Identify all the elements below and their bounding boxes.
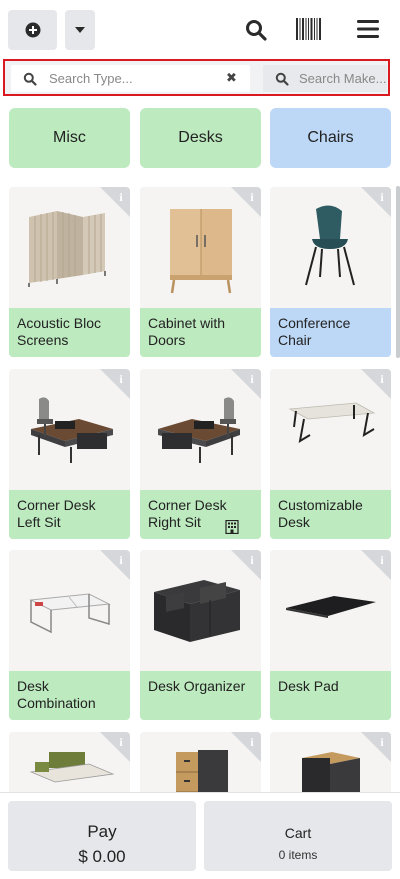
product-card[interactable]: Desk Organizer i	[140, 550, 261, 720]
cart-count: 0 items	[278, 848, 318, 862]
pos-screen: ✖ Misc Desks Chairs	[0, 0, 400, 879]
info-icon[interactable]: i	[361, 187, 391, 217]
product-card[interactable]: Corner Desk Right Sit i	[140, 369, 261, 539]
category-chairs[interactable]: Chairs	[270, 108, 391, 168]
pay-button[interactable]: Pay $ 0.00	[8, 801, 196, 871]
product-name: Customizable Desk	[270, 490, 391, 539]
hamburger-menu-icon[interactable]	[357, 19, 379, 39]
search-make-input[interactable]	[299, 68, 387, 89]
clear-search-icon[interactable]: ✖	[226, 70, 237, 86]
product-name: Desk Pad	[270, 671, 391, 720]
cart-button[interactable]: Cart 0 items	[204, 801, 392, 871]
category-desks[interactable]: Desks	[140, 108, 261, 168]
info-icon[interactable]: i	[100, 187, 130, 217]
plus-circle-icon	[25, 22, 40, 38]
product-name: Corner Desk Left Sit	[9, 490, 130, 539]
new-order-button[interactable]	[8, 10, 57, 50]
product-card[interactable]: Acoustic Bloc Screens i	[9, 187, 130, 357]
product-card[interactable]: Conference Chair i	[270, 187, 391, 357]
category-misc[interactable]: Misc	[9, 108, 130, 168]
search-type-box: ✖	[11, 65, 250, 92]
category-label: Desks	[178, 129, 223, 146]
product-grid: Acoustic Bloc Screens i Cabinet with Doo…	[0, 180, 400, 792]
product-card[interactable]: Desk Pad i	[270, 550, 391, 720]
category-label: Chairs	[307, 129, 354, 146]
product-name: Acoustic Bloc Screens	[9, 308, 130, 357]
info-icon[interactable]: i	[361, 732, 391, 762]
info-icon[interactable]: i	[100, 369, 130, 399]
product-card[interactable]: i	[9, 732, 130, 792]
info-icon[interactable]: i	[231, 550, 261, 580]
product-name: Conference Chair	[270, 308, 391, 357]
product-name: Desk Organizer	[140, 671, 261, 720]
search-icon	[23, 72, 37, 86]
info-icon[interactable]: i	[231, 187, 261, 217]
product-name: Corner Desk Right Sit	[140, 490, 261, 539]
caret-down-icon	[75, 27, 85, 33]
search-type-input[interactable]	[49, 68, 219, 89]
bottom-bar: Pay $ 0.00 Cart 0 items	[0, 792, 400, 879]
info-icon[interactable]: i	[100, 550, 130, 580]
product-card[interactable]: i	[270, 732, 391, 792]
product-card[interactable]: Cabinet with Doors i	[140, 187, 261, 357]
info-icon[interactable]: i	[231, 732, 261, 762]
search-icon	[275, 72, 289, 86]
product-card[interactable]: Customizable Desk i	[270, 369, 391, 539]
category-label: Misc	[53, 129, 86, 146]
product-card[interactable]: Corner Desk Left Sit i	[9, 369, 130, 539]
barcode-icon[interactable]	[296, 18, 322, 40]
building-icon	[225, 520, 239, 534]
search-icon[interactable]	[244, 18, 268, 42]
product-name: Desk Combination	[9, 671, 130, 720]
cart-label: Cart	[284, 825, 312, 841]
product-card[interactable]: i	[140, 732, 261, 792]
pay-amount: $ 0.00	[78, 847, 126, 866]
product-card[interactable]: Desk Combination i	[9, 550, 130, 720]
search-make-box	[263, 65, 387, 92]
info-icon[interactable]: i	[100, 732, 130, 762]
top-bar	[0, 0, 400, 60]
info-icon[interactable]: i	[361, 550, 391, 580]
product-name: Cabinet with Doors	[140, 308, 261, 357]
scrollbar[interactable]	[396, 186, 400, 358]
info-icon[interactable]: i	[231, 369, 261, 399]
pay-label: Pay	[87, 822, 117, 841]
info-icon[interactable]: i	[361, 369, 391, 399]
orders-dropdown-button[interactable]	[65, 10, 95, 50]
search-bar: ✖	[3, 59, 390, 96]
